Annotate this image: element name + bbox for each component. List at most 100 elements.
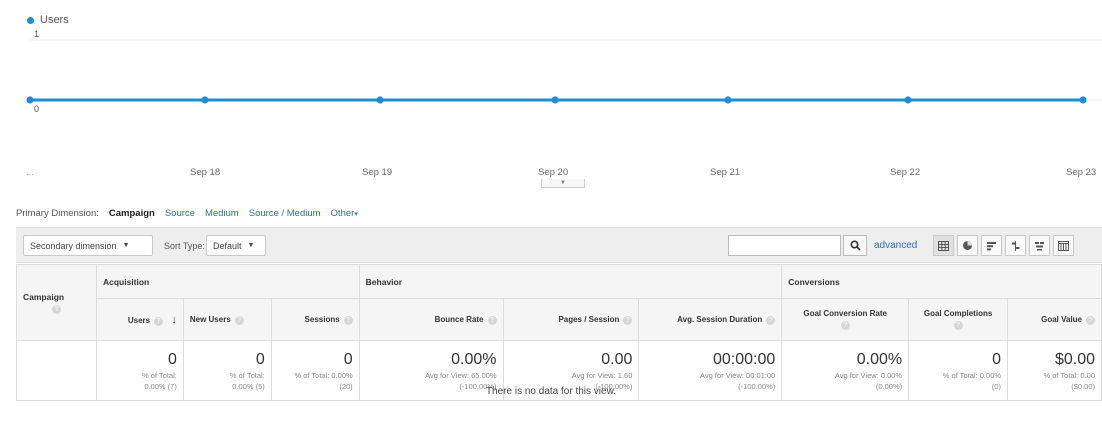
dropdown-arrow-icon: ▼ (122, 242, 130, 249)
y-tick-label: 1 (34, 30, 39, 39)
campaign-header-label: Campaign (23, 291, 65, 302)
data-point (201, 96, 209, 104)
column-label: Pages / Session (558, 314, 620, 324)
total-value: 0 (167, 350, 177, 368)
column-label: Avg. Session Duration (677, 314, 763, 324)
data-table-view-button[interactable] (933, 235, 954, 256)
data-point (1079, 96, 1087, 104)
view-toggle-group (933, 235, 1074, 256)
total-percent: % of Total: 0.00% (294, 370, 353, 380)
total-percent: Avg for View: 00:01:00 (700, 370, 776, 380)
legend-dot-icon (27, 16, 34, 24)
data-point (551, 96, 559, 104)
pivot-icon (1058, 240, 1069, 251)
dimension-campaign[interactable]: Campaign (109, 208, 155, 219)
help-icon[interactable]: ? (953, 321, 963, 330)
chevron-down-icon: ▾ (354, 211, 358, 218)
x-tick-label: ... (26, 167, 34, 178)
bounce-rate-column-header[interactable]: Bounce Rate? (358, 298, 504, 341)
advanced-filter-link[interactable]: advanced (874, 240, 917, 251)
total-percent: % of Total: (141, 370, 177, 380)
avg-session-duration-column-header[interactable]: Avg. Session Duration? (638, 298, 783, 341)
total-percent: Avg for View: 1.60 (571, 370, 633, 380)
total-value: 0 (992, 350, 1002, 368)
x-tick-label: Sep 20 (538, 167, 569, 178)
acquisition-group-header: Acquisition (95, 264, 360, 299)
dimension-source[interactable]: Source (165, 208, 195, 219)
primary-dimension-bar: Primary Dimension: Campaign Source Mediu… (16, 208, 358, 219)
column-label: Users (127, 315, 151, 325)
total-percent: Avg for View: 0.00% (834, 370, 903, 380)
x-tick-label: Sep 18 (190, 167, 221, 178)
dimension-other-label: Other (330, 208, 355, 219)
dimension-source-medium[interactable]: Source / Medium (249, 208, 321, 219)
new-users-column-header[interactable]: New Users? (182, 298, 272, 341)
sort-descending-icon: ↓ (171, 313, 177, 326)
total-percent: % of Total: 0.00% (942, 370, 1002, 380)
total-value: 0.00% (856, 350, 903, 368)
sort-type-value: Default (213, 240, 242, 251)
comparison-icon (1012, 240, 1020, 251)
term-cloud-icon (1035, 241, 1044, 250)
users-column-header[interactable]: Users? ↓ (95, 298, 184, 341)
total-percent: Avg for View: 65.00% (425, 370, 497, 380)
help-icon[interactable]: ? (623, 315, 633, 325)
help-icon[interactable]: ? (487, 315, 497, 325)
chevron-down-icon: ▼ (560, 180, 566, 186)
help-icon[interactable]: ? (343, 315, 353, 325)
dimension-medium[interactable]: Medium (205, 208, 239, 219)
help-icon[interactable]: ? (840, 321, 850, 330)
total-value: 0 (343, 350, 353, 368)
x-tick-label: Sep 23 (1066, 167, 1097, 178)
total-value: 00:00:00 (712, 350, 776, 368)
table-toolbar: Secondary dimension ▼ Sort Type: Default… (16, 227, 1102, 263)
pages-per-session-column-header[interactable]: Pages / Session? (502, 298, 640, 341)
secondary-dimension-dropdown[interactable]: Secondary dimension ▼ (23, 235, 153, 256)
data-point (724, 96, 732, 104)
help-icon[interactable]: ? (234, 315, 244, 325)
sort-type-dropdown[interactable]: Default ▼ (206, 235, 266, 256)
chart-collapse-handle[interactable]: ▼ (541, 179, 585, 188)
help-icon[interactable]: ? (154, 316, 164, 326)
conversions-group-header: Conversions (781, 264, 1102, 299)
y-tick-label: 0 (34, 104, 39, 114)
term-cloud-view-button[interactable] (1029, 235, 1050, 256)
sessions-column-header[interactable]: Sessions? (270, 298, 360, 341)
column-label: Goal Value (1041, 314, 1082, 324)
total-value: 0.00 (601, 350, 633, 368)
comparison-view-button[interactable] (1005, 235, 1026, 256)
data-point (376, 96, 384, 104)
column-label: Sessions (304, 314, 340, 324)
pivot-view-button[interactable] (1053, 235, 1074, 256)
goal-completions-column-header[interactable]: Goal Completions? (908, 298, 1009, 341)
total-value: 0.00% (451, 350, 497, 368)
goal-value-column-header[interactable]: Goal Value? (1007, 298, 1102, 341)
performance-bars-icon (987, 241, 996, 250)
help-icon[interactable]: ? (766, 315, 776, 325)
table-search-input[interactable] (728, 235, 841, 256)
report-table: Campaign ? Acquisition Behavior Conversi… (16, 264, 1102, 401)
data-point (904, 96, 912, 104)
search-button[interactable] (843, 235, 867, 256)
behavior-group-header: Behavior (358, 264, 783, 299)
total-percent: % of Total: 0.00 (1043, 370, 1095, 380)
data-table-icon (938, 240, 949, 251)
help-icon[interactable]: ? (51, 304, 61, 314)
dimension-other[interactable]: Other▾ (331, 208, 358, 219)
x-tick-label: Sep 21 (710, 167, 741, 178)
goal-conversion-rate-column-header[interactable]: Goal Conversion Rate? (781, 298, 910, 341)
data-point (26, 96, 34, 104)
campaign-column-header[interactable]: Campaign ? (16, 264, 97, 341)
help-icon[interactable]: ? (1086, 315, 1095, 325)
pie-chart-icon (963, 241, 972, 250)
total-percent: % of Total: (229, 370, 265, 380)
primary-dimension-label: Primary Dimension: (16, 208, 99, 219)
performance-view-button[interactable] (981, 235, 1002, 256)
search-icon (849, 240, 861, 251)
column-label: New Users (189, 314, 231, 324)
percentage-view-button[interactable] (957, 235, 978, 256)
legend-label: Users (40, 14, 69, 26)
total-value: $0.00 (1054, 350, 1095, 368)
sort-type-label: Sort Type: (164, 241, 205, 251)
chart-legend: Users (27, 14, 69, 26)
